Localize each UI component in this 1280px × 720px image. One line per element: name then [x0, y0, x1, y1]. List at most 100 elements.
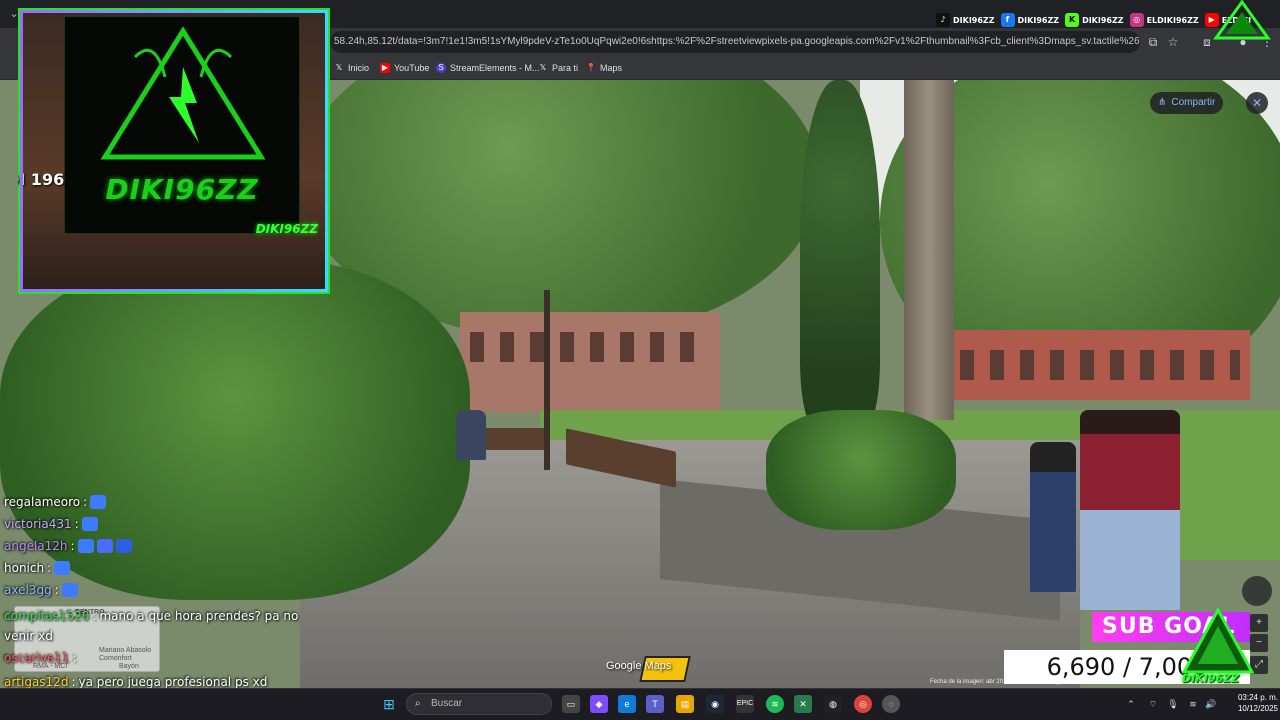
- bookmark-star-icon[interactable]: ☆: [1164, 33, 1182, 51]
- close-icon: ✕: [1251, 96, 1263, 110]
- bookmark-youtube[interactable]: ▶ YouTube: [380, 60, 429, 76]
- chat-message: honich :: [4, 558, 71, 578]
- maps-icon: 📍: [586, 63, 596, 72]
- corner-brand: DIKI96ZZ: [1182, 672, 1240, 685]
- chat-message: victoria431 :: [4, 514, 98, 534]
- chat-separator: :: [70, 539, 75, 553]
- social-handles: ♪ DIKI96ZZ f DIKI96ZZ K DIKI96ZZ ◎ ELDIKI96Z…: [936, 11, 1251, 29]
- emote-icon: [77, 539, 94, 553]
- task-view-icon[interactable]: ▭: [562, 695, 580, 713]
- taskbar-search[interactable]: ⌕ Buscar: [406, 693, 552, 715]
- chat-message: oscarive11 :: [4, 648, 77, 668]
- clock-time: 03:24 p. m.: [1237, 693, 1278, 702]
- search-icon: ⌕: [415, 698, 421, 709]
- chat-separator: :: [54, 583, 59, 597]
- social-handle: DIKI96ZZ: [1082, 15, 1124, 25]
- building-right: [950, 330, 1250, 400]
- bookmark-label: Para ti: [552, 63, 579, 73]
- chat-separator: :: [92, 609, 97, 623]
- address-bar[interactable]: 58.24h,85.12t/data=!3m7!1e1!3m5!1sYMyl9p…: [330, 31, 1140, 53]
- volume-icon[interactable]: 🔊: [1204, 697, 1218, 711]
- copilot-icon[interactable]: ◆: [590, 695, 608, 713]
- chat-username[interactable]: victoria431: [4, 514, 72, 534]
- cast-icon[interactable]: ⧉: [1144, 33, 1162, 51]
- instagram-icon: ◎: [1129, 13, 1144, 27]
- chat-separator: :: [74, 517, 79, 531]
- emote-icon: [96, 539, 113, 553]
- social-handle: DIKI96ZZ: [1017, 15, 1060, 25]
- emote-icon: [90, 495, 107, 509]
- windows-start-icon[interactable]: ⊞: [380, 695, 398, 713]
- seated-person: [456, 410, 486, 460]
- channel-logo: DIKI96ZZ: [64, 16, 300, 234]
- network-icon[interactable]: ⌔: [1146, 697, 1160, 711]
- bookmark-para-ti[interactable]: 𝕏 Para ti: [538, 60, 578, 76]
- bookmark-streamelements[interactable]: S StreamElements - M...: [436, 60, 540, 76]
- wifi-icon[interactable]: ≋: [1186, 697, 1200, 711]
- compass-icon[interactable]: [1242, 576, 1272, 606]
- x-icon: 𝕏: [335, 63, 343, 72]
- facebook-icon: f: [1000, 13, 1015, 27]
- file-explorer-icon[interactable]: ▤: [676, 695, 694, 713]
- microphone-icon[interactable]: 🎙: [1166, 697, 1180, 711]
- obs-icon[interactable]: ◍: [824, 695, 842, 713]
- social-facebook: f DIKI96ZZ: [1000, 11, 1060, 29]
- youtube-icon: ▶: [380, 63, 390, 73]
- emote-icon: [115, 539, 132, 553]
- app-icon[interactable]: ◌: [882, 695, 900, 713]
- xbox-icon[interactable]: ✕: [794, 695, 812, 713]
- social-tiktok: ♪ DIKI96ZZ: [936, 11, 995, 29]
- bookmark-maps[interactable]: 📍 Maps: [586, 60, 622, 76]
- social-handle: DIKI96ZZ: [953, 15, 995, 25]
- x-icon: 𝕏: [539, 63, 547, 72]
- chat-username[interactable]: compitas1520: [4, 606, 89, 626]
- chat-text: mano a que hora prendes? pa no: [99, 609, 299, 623]
- chat-message: axel3gg :: [4, 580, 78, 600]
- bookmark-inicio[interactable]: 𝕏 Inicio: [334, 60, 369, 76]
- chat-username[interactable]: angela12h: [4, 536, 68, 556]
- street-lamp: [544, 290, 550, 470]
- webcam-name-tag: DIKI96ZZ: [255, 222, 318, 236]
- cypress-tree: [800, 80, 880, 430]
- kick-icon: K: [1065, 13, 1080, 27]
- chrome-icon[interactable]: ◎: [854, 695, 872, 713]
- chat-overlay: regalameoro : victoria431 : angela12h : hon…: [0, 492, 300, 720]
- edge-icon[interactable]: e: [618, 695, 636, 713]
- social-instagram: ◎ ELDIKI96ZZ: [1129, 11, 1199, 29]
- chat-separator: :: [83, 495, 88, 509]
- close-button[interactable]: ✕: [1246, 92, 1268, 114]
- tiktok-icon: ♪: [936, 13, 950, 27]
- chat-username[interactable]: regalameoro: [4, 492, 80, 512]
- social-kick: K DIKI96ZZ: [1065, 11, 1124, 29]
- share-label: Compartir: [1171, 97, 1216, 108]
- clock-date: 10/12/2025: [1237, 704, 1278, 713]
- emote-icon: [61, 583, 78, 597]
- screen: ⌄ 58.24h,85.12t/data=!3m7!1e1!3m5!1sYMyl…: [0, 0, 1280, 720]
- pedestrian-child: [1030, 442, 1076, 592]
- chat-separator: :: [72, 651, 77, 665]
- chat-username[interactable]: oscarive11: [4, 648, 70, 668]
- streamer-logo-top: [1213, 0, 1271, 40]
- chat-username[interactable]: honich: [4, 558, 44, 578]
- share-button[interactable]: ⋔ Compartir: [1150, 92, 1224, 114]
- chat-message: regalameoro :: [4, 492, 107, 512]
- share-icon: ⋔: [1158, 97, 1167, 108]
- steam-icon[interactable]: ◉: [706, 695, 724, 713]
- bookmark-label: StreamElements - M...: [450, 63, 540, 73]
- tray-overflow-icon[interactable]: ⌃: [1124, 697, 1138, 711]
- epic-games-icon[interactable]: EPIC: [736, 695, 754, 713]
- bookmark-label: Inicio: [348, 63, 370, 73]
- bookmark-label: YouTube: [394, 63, 430, 73]
- emote-icon: [54, 561, 71, 575]
- search-placeholder: Buscar: [431, 698, 463, 709]
- teams-icon[interactable]: T: [646, 695, 664, 713]
- system-clock[interactable]: 03:24 p. m. 10/12/2025: [1222, 692, 1278, 714]
- spotify-icon[interactable]: ≋: [766, 695, 784, 713]
- triangle-logo-icon: [100, 26, 266, 160]
- chat-username[interactable]: axel3gg: [4, 580, 52, 600]
- bookmark-label: Maps: [600, 63, 623, 73]
- sub-goal-current: 6,690: [1046, 653, 1116, 681]
- building-center: [460, 312, 720, 412]
- social-handle: ELDIKI96ZZ: [1146, 15, 1199, 25]
- palm-trunk: [904, 80, 954, 420]
